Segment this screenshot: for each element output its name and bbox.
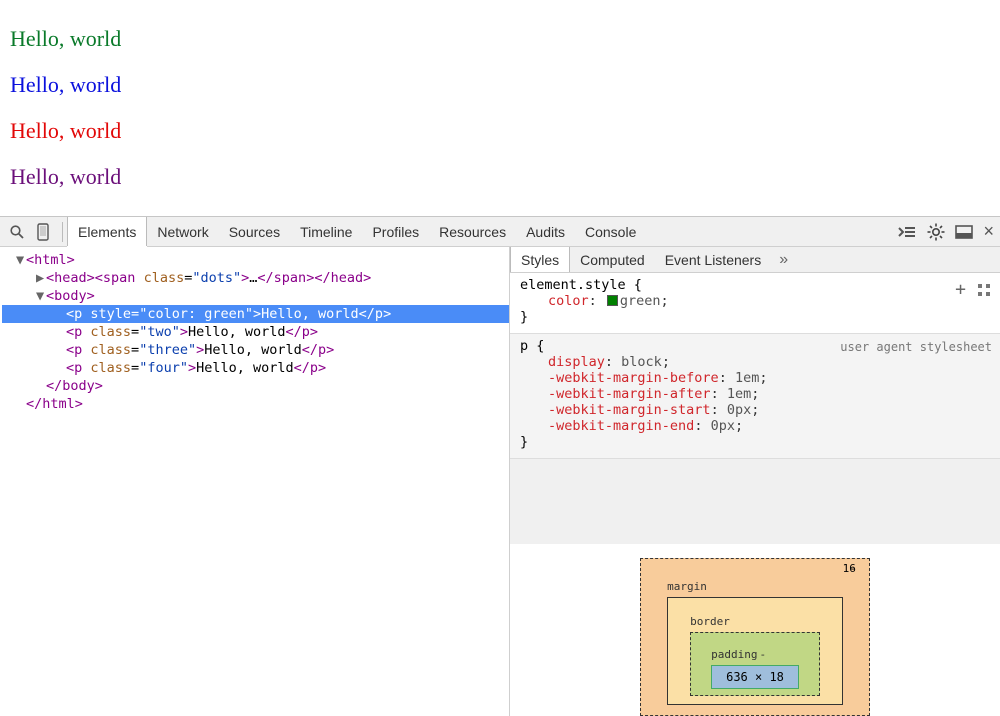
metrics-margin-label: margin [667,580,707,593]
elements-tree[interactable]: ▼<html>▶<head><span class="dots">…</span… [0,247,510,716]
toolbar-separator [62,222,63,242]
rule-close-brace: } [520,434,992,450]
close-icon[interactable]: × [983,221,994,242]
dom-node[interactable]: <p style="color: green">Hello, world</p> [2,305,509,323]
styles-sidebar: Styles Computed Event Listeners » + elem… [510,247,1000,716]
element-state-icon[interactable] [976,282,992,298]
sidebar-tab-styles[interactable]: Styles [510,247,570,272]
css-declaration: -webkit-margin-start: 0px; [548,402,992,418]
css-declaration: -webkit-margin-before: 1em; [548,370,992,386]
dom-node[interactable]: ▼<body> [2,287,509,305]
tab-elements[interactable]: Elements [67,217,147,246]
css-declaration: -webkit-margin-after: 1em; [548,386,992,402]
tab-console[interactable]: Console [575,217,646,246]
tab-timeline[interactable]: Timeline [290,217,362,246]
rendered-page: Hello, world Hello, world Hello, world H… [0,0,1000,216]
metrics-padding-val: - [759,648,766,661]
css-value[interactable]: green [620,293,661,309]
page-paragraph: Hello, world [10,72,990,98]
css-declaration: display: block; [548,354,992,370]
metrics-border-val: - [849,562,856,575]
device-mode-icon[interactable] [32,221,54,243]
css-property[interactable]: color [548,293,589,309]
page-paragraph: Hello, world [10,118,990,144]
css-selector[interactable]: element.style { [520,277,642,293]
add-rule-icon[interactable]: + [955,279,966,300]
dom-node[interactable]: <p class="two">Hello, world</p> [2,323,509,341]
search-icon[interactable] [6,221,28,243]
dom-node[interactable]: </html> [2,395,509,413]
box-model-metrics[interactable]: margin 16 border - padding- 636 × 18 [510,544,1000,716]
tab-resources[interactable]: Resources [429,217,516,246]
console-drawer-icon[interactable] [897,225,917,239]
dom-node[interactable]: <p class="three">Hello, world</p> [2,341,509,359]
style-rule-ua: user agent stylesheet p { display: block… [510,334,1000,459]
page-paragraph: Hello, world [10,26,990,52]
page-paragraph: Hello, world [10,164,990,190]
styles-pane[interactable]: + element.style { color: green; } user a… [510,273,1000,544]
devtools-panel: Elements Network Sources Timeline Profil… [0,216,1000,716]
rule-origin: user agent stylesheet [840,340,992,354]
sidebar-tabs: Styles Computed Event Listeners » [510,247,1000,273]
metrics-padding-label: padding [711,648,757,661]
sidebar-tab-event-listeners[interactable]: Event Listeners [655,247,772,272]
rule-close-brace: } [520,309,992,325]
css-selector: p { [520,338,544,354]
tab-network[interactable]: Network [147,217,218,246]
sidebar-tab-computed[interactable]: Computed [570,247,655,272]
css-declaration: -webkit-margin-end: 0px; [548,418,992,434]
tab-sources[interactable]: Sources [219,217,290,246]
tab-profiles[interactable]: Profiles [362,217,429,246]
gear-icon[interactable] [927,223,945,241]
style-rule-element[interactable]: + element.style { color: green; } [510,273,1000,334]
tab-audits[interactable]: Audits [516,217,575,246]
dom-node[interactable]: ▼<html> [2,251,509,269]
devtools-toolbar: Elements Network Sources Timeline Profil… [0,217,1000,247]
metrics-content: 636 × 18 [711,665,799,689]
color-swatch[interactable] [607,295,618,306]
sidebar-more-icon[interactable]: » [779,251,788,269]
metrics-border-label: border [690,615,730,628]
dom-node[interactable]: <p class="four">Hello, world</p> [2,359,509,377]
dock-icon[interactable] [955,225,973,239]
devtools-tabs: Elements Network Sources Timeline Profil… [67,217,646,246]
dom-node[interactable]: </body> [2,377,509,395]
dom-node[interactable]: ▶<head><span class="dots">…</span></head… [2,269,509,287]
